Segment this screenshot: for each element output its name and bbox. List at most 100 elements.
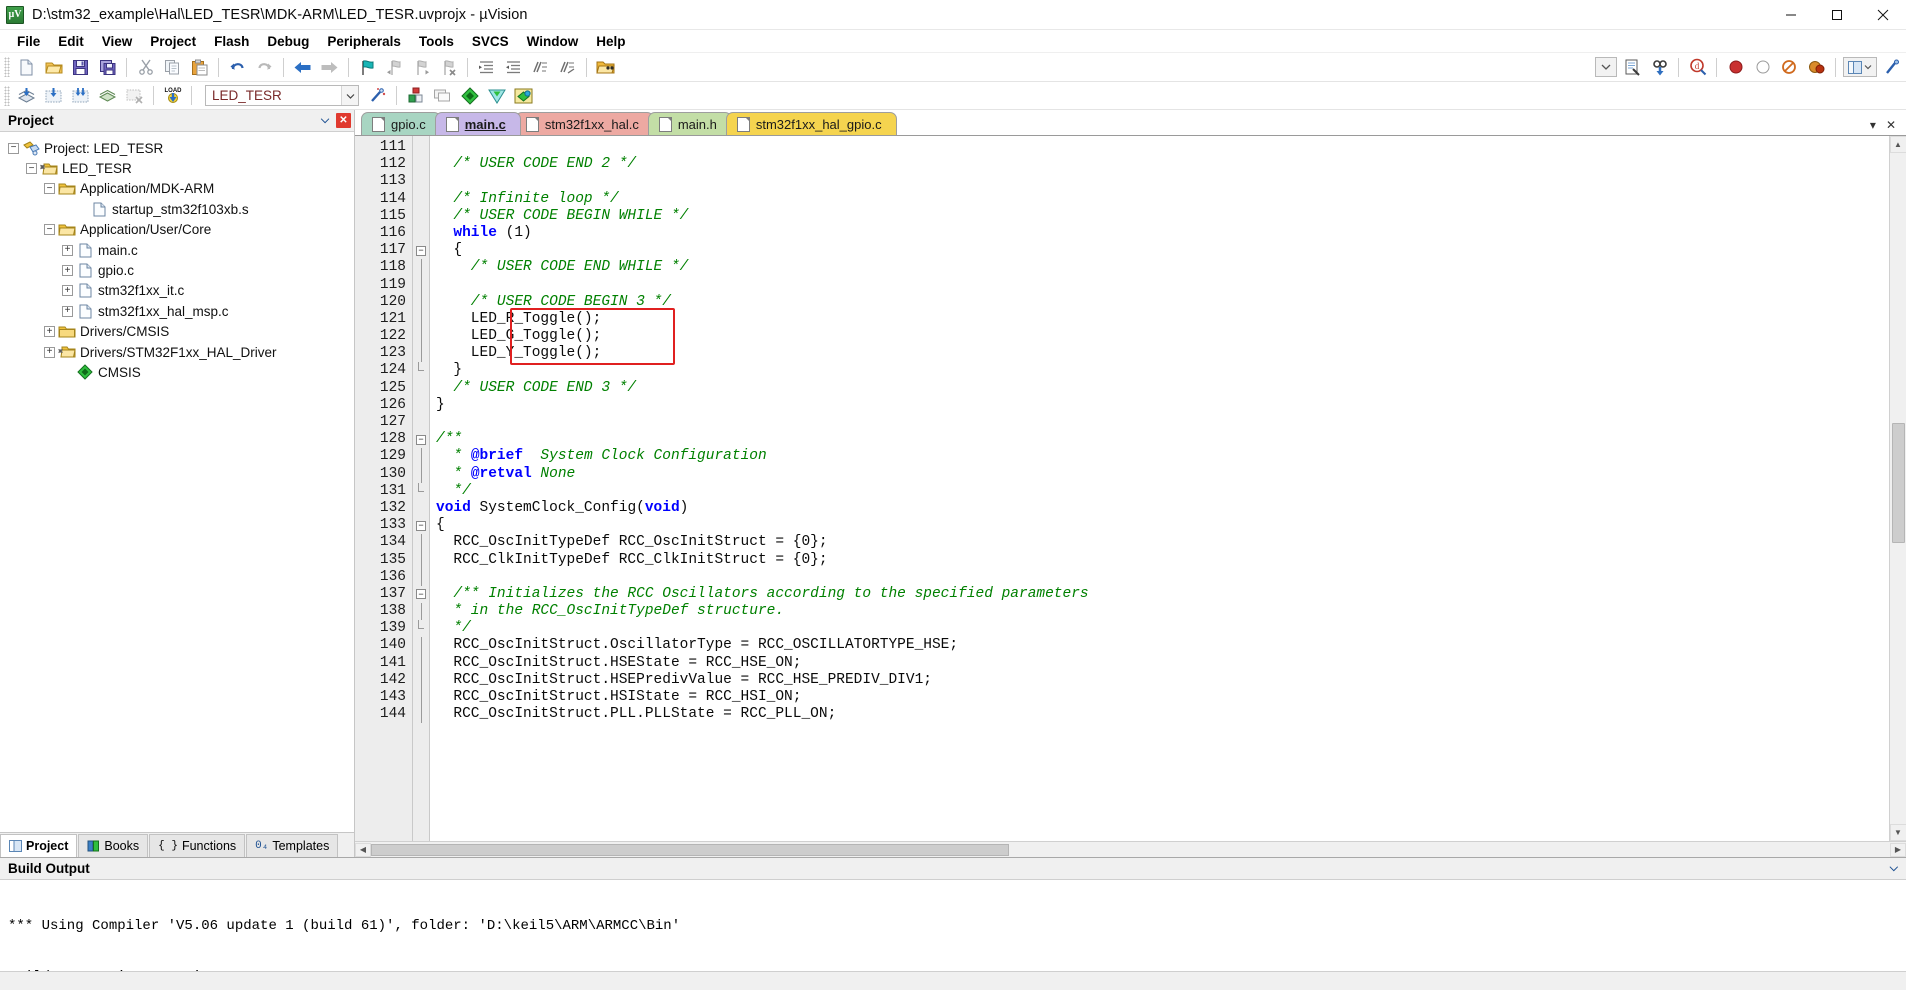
expander-icon[interactable]: + xyxy=(62,285,73,297)
code-line[interactable]: LED_Y_Toggle(); xyxy=(436,345,1889,362)
target-options-icon[interactable] xyxy=(365,84,390,108)
code-line[interactable]: */ xyxy=(436,620,1889,637)
code-folding-gutter[interactable]: − − − − xyxy=(413,136,430,841)
pane-tab-books[interactable]: Books xyxy=(78,834,149,857)
bookmark-next-icon[interactable] xyxy=(409,55,434,79)
configuration-wizard-icon[interactable] xyxy=(1880,55,1905,79)
code-line[interactable]: /* USER CODE BEGIN 3 */ xyxy=(436,294,1889,311)
menu-help[interactable]: Help xyxy=(587,32,634,51)
uncomment-icon[interactable] xyxy=(555,55,580,79)
tree-node-project[interactable]: − Project: LED_TESR xyxy=(0,138,354,158)
paste-icon[interactable] xyxy=(187,55,212,79)
code-line[interactable]: /* USER CODE END WHILE */ xyxy=(436,259,1889,276)
stop-build-icon[interactable] xyxy=(122,84,147,108)
expander-icon[interactable]: − xyxy=(26,163,37,175)
menu-edit[interactable]: Edit xyxy=(49,32,93,51)
code-line[interactable]: /* USER CODE END 3 */ xyxy=(436,380,1889,397)
kill-all-breakpoints-icon[interactable] xyxy=(1804,55,1829,79)
breakpoint-disable-icon[interactable] xyxy=(1750,55,1775,79)
scroll-thumb[interactable] xyxy=(1891,423,1905,543)
code-line[interactable]: RCC_OscInitStruct.HSEState = RCC_HSE_ON; xyxy=(436,655,1889,672)
bookmark-toggle-icon[interactable] xyxy=(355,55,380,79)
code-line[interactable]: LED_R_Toggle(); xyxy=(436,311,1889,328)
hscroll-thumb[interactable] xyxy=(371,843,1009,856)
find-in-files-icon[interactable]: d xyxy=(1685,55,1710,79)
fold-marker[interactable]: − xyxy=(413,586,429,603)
tree-node-file-gpio-c[interactable]: + gpio.c xyxy=(0,260,354,280)
comment-icon[interactable] xyxy=(528,55,553,79)
pane-tab-templates[interactable]: 0₄ Templates xyxy=(246,834,339,857)
code-line[interactable]: } xyxy=(436,362,1889,379)
code-line[interactable]: { xyxy=(436,242,1889,259)
menu-tools[interactable]: Tools xyxy=(410,32,463,51)
code-text-area[interactable]: /* USER CODE END 2 */ /* Infinite loop *… xyxy=(430,136,1889,841)
code-line[interactable]: RCC_OscInitStruct.OscillatorType = RCC_O… xyxy=(436,637,1889,654)
editor-vertical-scrollbar[interactable]: ▲ ▼ xyxy=(1889,136,1906,841)
undo-icon[interactable] xyxy=(225,55,250,79)
menu-debug[interactable]: Debug xyxy=(258,32,318,51)
code-line[interactable] xyxy=(436,569,1889,586)
pane-tab-project[interactable]: Project xyxy=(0,834,78,857)
disable-all-breakpoints-icon[interactable] xyxy=(1777,55,1802,79)
translate-icon[interactable] xyxy=(95,84,120,108)
tree-node-group-hal-driver[interactable]: + Drivers/STM32F1xx_HAL_Driver xyxy=(0,342,354,362)
tree-node-file-startup[interactable]: startup_stm32f103xb.s xyxy=(0,199,354,219)
code-line[interactable]: while (1) xyxy=(436,225,1889,242)
editor-tab-stm32f1xx-hal-c[interactable]: stm32f1xx_hal.c xyxy=(514,112,654,135)
debug-settings-icon[interactable] xyxy=(1620,55,1645,79)
close-icon[interactable] xyxy=(1860,0,1906,30)
scroll-right-arrow-icon[interactable]: ▶ xyxy=(1890,842,1906,857)
code-line[interactable] xyxy=(436,173,1889,190)
pin-icon[interactable]: ⌵ xyxy=(317,113,333,129)
expander-icon[interactable]: − xyxy=(8,142,19,154)
cut-icon[interactable] xyxy=(133,55,158,79)
configure-icon[interactable] xyxy=(1647,55,1672,79)
expander-icon[interactable]: + xyxy=(44,326,55,338)
pack-installer-icon[interactable] xyxy=(511,84,536,108)
menu-view[interactable]: View xyxy=(93,32,142,51)
code-line[interactable]: RCC_OscInitStruct.PLL.PLLState = RCC_PLL… xyxy=(436,706,1889,723)
menu-svcs[interactable]: SVCS xyxy=(463,32,518,51)
menu-peripherals[interactable]: Peripherals xyxy=(318,32,410,51)
expander-icon[interactable]: + xyxy=(62,305,73,317)
menu-window[interactable]: Window xyxy=(518,32,588,51)
code-line[interactable]: LED_G_Toggle(); xyxy=(436,328,1889,345)
redo-icon[interactable] xyxy=(252,55,277,79)
tree-node-file-it-c[interactable]: + stm32f1xx_it.c xyxy=(0,281,354,301)
save-all-icon[interactable] xyxy=(95,55,120,79)
code-line[interactable]: RCC_OscInitStruct.HSEPredivValue = RCC_H… xyxy=(436,672,1889,689)
fold-marker[interactable]: − xyxy=(413,242,429,259)
code-line[interactable] xyxy=(436,277,1889,294)
editor-horizontal-scrollbar[interactable]: ◀ ▶ xyxy=(355,841,1906,857)
tree-node-cmsis-component[interactable]: CMSIS xyxy=(0,362,354,382)
code-line[interactable] xyxy=(436,139,1889,156)
navigate-back-icon[interactable] xyxy=(290,55,315,79)
navigate-forward-icon[interactable] xyxy=(317,55,342,79)
code-line[interactable]: /* Infinite loop */ xyxy=(436,191,1889,208)
code-line[interactable]: void SystemClock_Config(void) xyxy=(436,500,1889,517)
toolbar-grip[interactable] xyxy=(4,57,10,77)
outdent-icon[interactable] xyxy=(501,55,526,79)
manage-runtime-icon[interactable] xyxy=(403,84,428,108)
scroll-down-arrow-icon[interactable]: ▼ xyxy=(1889,824,1906,841)
code-line[interactable] xyxy=(436,414,1889,431)
expander-icon[interactable]: − xyxy=(44,224,55,236)
scroll-up-arrow-icon[interactable]: ▲ xyxy=(1889,136,1906,153)
tree-node-file-main-c[interactable]: + main.c xyxy=(0,240,354,260)
close-tab-icon[interactable]: ✕ xyxy=(1886,118,1896,132)
code-line[interactable]: * @retval None xyxy=(436,466,1889,483)
copy-icon[interactable] xyxy=(160,55,185,79)
bookmark-prev-icon[interactable] xyxy=(382,55,407,79)
window-layout-button[interactable] xyxy=(1843,57,1877,77)
code-line[interactable]: RCC_ClkInitTypeDef RCC_ClkInitStruct = {… xyxy=(436,552,1889,569)
toolbar-dropdown-caret-icon[interactable] xyxy=(1595,57,1617,77)
open-folder-icon[interactable] xyxy=(593,55,618,79)
code-line[interactable]: /* USER CODE END 2 */ xyxy=(436,156,1889,173)
packs-icon[interactable] xyxy=(484,84,509,108)
build-icon[interactable] xyxy=(14,84,39,108)
batch-build-icon[interactable] xyxy=(68,84,93,108)
code-line[interactable]: * in the RCC_OscInitTypeDef structure. xyxy=(436,603,1889,620)
expander-icon[interactable]: − xyxy=(44,183,55,195)
code-line[interactable]: { xyxy=(436,517,1889,534)
code-line[interactable]: RCC_OscInitTypeDef RCC_OscInitStruct = {… xyxy=(436,534,1889,551)
